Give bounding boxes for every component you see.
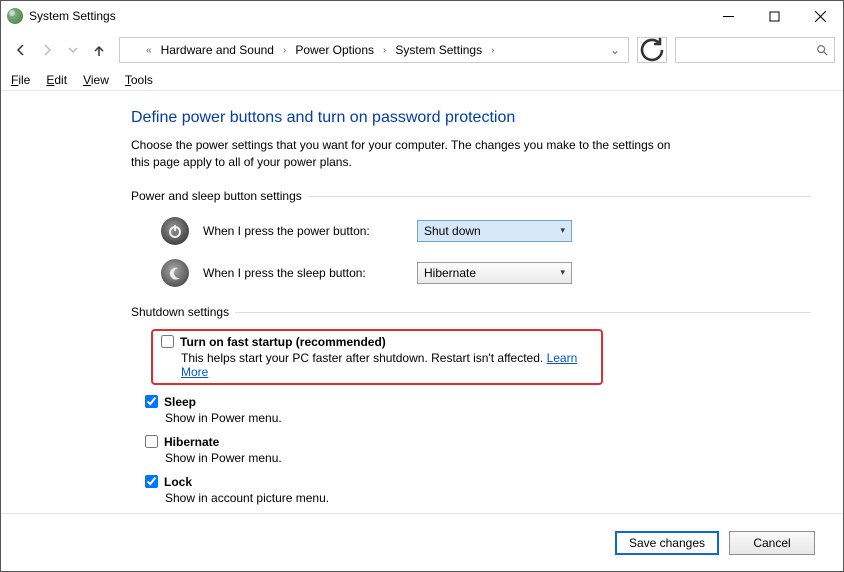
chevron-right-icon: › bbox=[281, 45, 288, 56]
lock-desc: Show in account picture menu. bbox=[165, 491, 811, 505]
sleep-button-dropdown[interactable]: Hibernate ▾ bbox=[417, 262, 572, 284]
sleep-button-row: When I press the sleep button: Hibernate… bbox=[161, 259, 811, 287]
group-power-sleep: Power and sleep button settings bbox=[131, 189, 811, 203]
breadcrumb-power-options[interactable]: Power Options bbox=[292, 41, 377, 59]
power-icon bbox=[161, 217, 189, 245]
sleep-icon bbox=[161, 259, 189, 287]
location-icon bbox=[124, 42, 140, 58]
group-shutdown: Shutdown settings bbox=[131, 305, 811, 319]
lock-label: Lock bbox=[164, 475, 192, 489]
cancel-button[interactable]: Cancel bbox=[729, 531, 815, 555]
app-icon bbox=[7, 8, 23, 24]
chevron-right-icon: › bbox=[381, 45, 388, 56]
chevron-right-icon: › bbox=[489, 45, 496, 56]
search-input[interactable] bbox=[675, 37, 835, 63]
chevron-left-icon: « bbox=[144, 45, 154, 56]
menu-view[interactable]: View bbox=[83, 73, 109, 87]
save-button[interactable]: Save changes bbox=[615, 531, 719, 555]
up-button[interactable] bbox=[87, 38, 111, 62]
recent-dropdown[interactable] bbox=[61, 38, 85, 62]
chevron-down-icon: ▾ bbox=[560, 225, 565, 236]
menu-file[interactable]: File bbox=[11, 73, 30, 87]
fast-startup-checkbox[interactable] bbox=[161, 335, 174, 348]
chevron-down-icon: ▾ bbox=[560, 267, 565, 278]
address-dropdown[interactable]: ⌄ bbox=[610, 43, 620, 57]
hibernate-desc: Show in Power menu. bbox=[165, 451, 811, 465]
window-title: System Settings bbox=[29, 9, 705, 23]
sleep-button-label: When I press the sleep button: bbox=[203, 266, 403, 280]
footer: Save changes Cancel bbox=[1, 513, 843, 571]
navbar: « Hardware and Sound › Power Options › S… bbox=[1, 31, 843, 69]
fast-startup-item: Turn on fast startup (recommended) This … bbox=[151, 329, 603, 385]
hibernate-checkbox[interactable] bbox=[145, 435, 158, 448]
titlebar: System Settings bbox=[1, 1, 843, 31]
address-bar[interactable]: « Hardware and Sound › Power Options › S… bbox=[119, 37, 629, 63]
forward-button[interactable] bbox=[35, 38, 59, 62]
content: Define power buttons and turn on passwor… bbox=[1, 91, 843, 513]
power-button-label: When I press the power button: bbox=[203, 224, 403, 238]
lock-item: Lock Show in account picture menu. bbox=[145, 475, 811, 505]
page-title: Define power buttons and turn on passwor… bbox=[131, 109, 811, 127]
search-icon bbox=[816, 44, 828, 56]
menu-tools[interactable]: Tools bbox=[125, 73, 153, 87]
power-button-value: Shut down bbox=[424, 224, 481, 238]
minimize-button[interactable] bbox=[705, 1, 751, 31]
breadcrumb-hardware[interactable]: Hardware and Sound bbox=[158, 41, 277, 59]
back-button[interactable] bbox=[9, 38, 33, 62]
sleep-label: Sleep bbox=[164, 395, 196, 409]
refresh-button[interactable] bbox=[637, 37, 667, 63]
menu-edit[interactable]: Edit bbox=[46, 73, 67, 87]
close-button[interactable] bbox=[797, 1, 843, 31]
page-description: Choose the power settings that you want … bbox=[131, 137, 691, 171]
lock-checkbox[interactable] bbox=[145, 475, 158, 488]
breadcrumb-system-settings[interactable]: System Settings bbox=[392, 41, 485, 59]
hibernate-item: Hibernate Show in Power menu. bbox=[145, 435, 811, 465]
maximize-button[interactable] bbox=[751, 1, 797, 31]
window: System Settings « Hardware and Sound › P… bbox=[0, 0, 844, 572]
sleep-desc: Show in Power menu. bbox=[165, 411, 811, 425]
fast-startup-label: Turn on fast startup (recommended) bbox=[180, 335, 386, 349]
sleep-button-value: Hibernate bbox=[424, 266, 476, 280]
hibernate-label: Hibernate bbox=[164, 435, 219, 449]
menubar: File Edit View Tools bbox=[1, 69, 843, 91]
sleep-item: Sleep Show in Power menu. bbox=[145, 395, 811, 425]
fast-startup-desc: This helps start your PC faster after sh… bbox=[181, 351, 593, 379]
power-button-dropdown[interactable]: Shut down ▾ bbox=[417, 220, 572, 242]
window-buttons bbox=[705, 1, 843, 31]
sleep-checkbox[interactable] bbox=[145, 395, 158, 408]
power-button-row: When I press the power button: Shut down… bbox=[161, 217, 811, 245]
